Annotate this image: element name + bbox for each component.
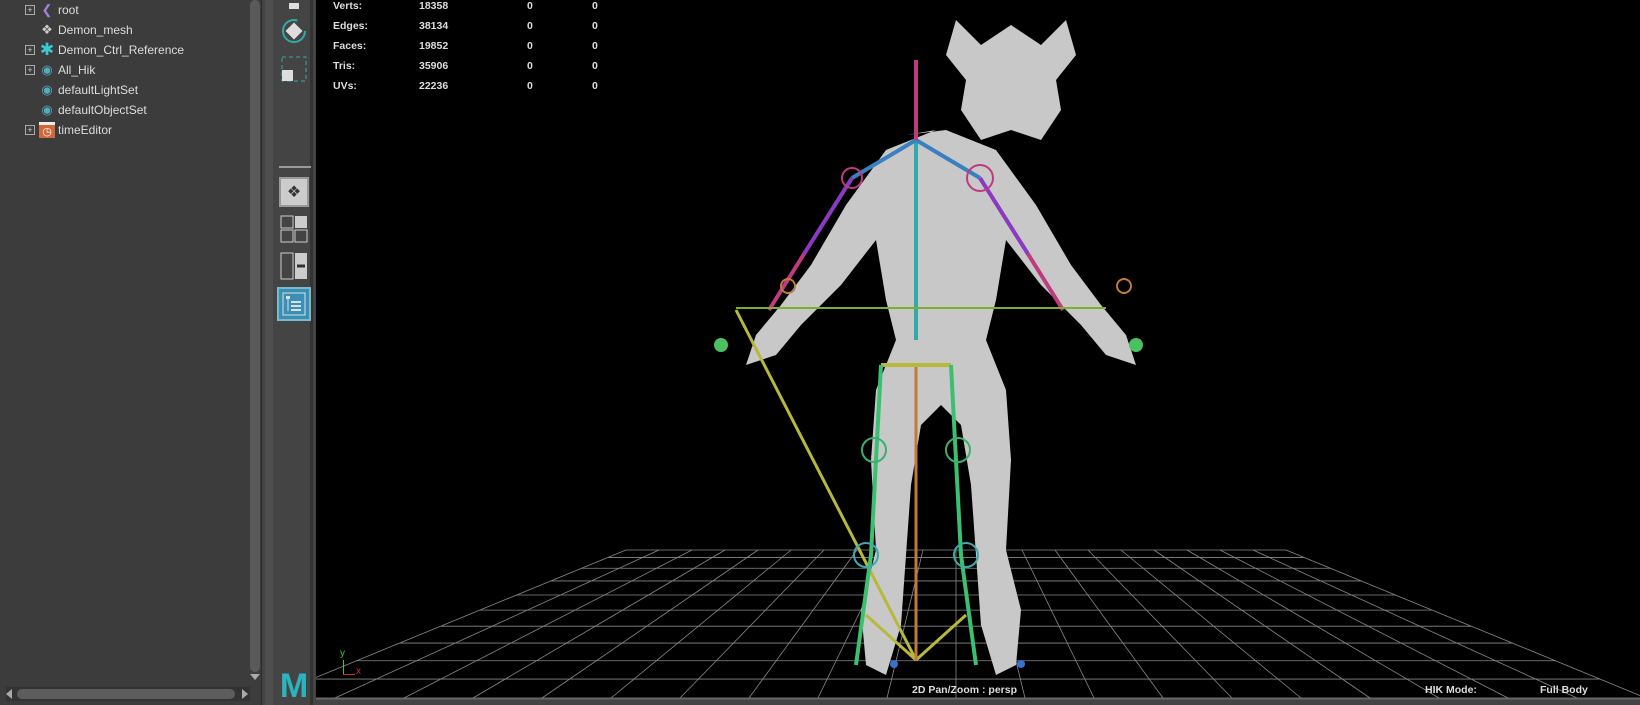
item-label: All_Hik <box>58 63 96 77</box>
mesh-icon: ❖ <box>41 22 53 37</box>
item-label: defaultLightSet <box>58 83 139 97</box>
outliner-item-ctrl-reference[interactable]: + ✱ Demon_Ctrl_Reference <box>0 40 248 60</box>
outliner-item-demon-mesh[interactable]: ❖ Demon_mesh <box>0 20 248 40</box>
viewport-persp[interactable]: Verts: 18358 0 0 Edges: 38134 0 0 Faces: 19852 0… <box>316 0 1640 700</box>
locator-icon: ✱ <box>39 40 55 59</box>
scale-icon <box>281 56 307 82</box>
expand-icon[interactable]: + <box>25 45 35 55</box>
outliner-item-default-object-set[interactable]: ◉ defaultObjectSet <box>0 100 248 120</box>
item-label: root <box>58 3 79 17</box>
axis-gizmo: y x <box>340 648 370 677</box>
maya-logo: M <box>279 667 309 705</box>
item-label: timeEditor <box>58 123 113 137</box>
set-icon: ◉ <box>41 102 53 117</box>
expand-icon[interactable]: + <box>25 125 35 135</box>
vertical-scrollbar[interactable] <box>250 0 260 672</box>
outliner-item-time-editor[interactable]: + ◷ timeEditor <box>0 120 248 140</box>
two-pane-view-button[interactable] <box>279 251 309 281</box>
set-icon: ◉ <box>41 62 53 77</box>
horizontal-scrollbar[interactable] <box>6 687 250 701</box>
layout-icon: ❖ <box>286 184 302 201</box>
outliner-item-all-hik[interactable]: + ◉ All_Hik <box>0 60 248 80</box>
scrollbar-thumb[interactable] <box>17 689 235 699</box>
rotate-tool-button[interactable] <box>279 16 309 46</box>
item-label: Demon_Ctrl_Reference <box>58 43 185 57</box>
tool-box: ❖ M <box>265 0 313 705</box>
outliner-item-default-light-set[interactable]: ◉ defaultLightSet <box>0 80 248 100</box>
rotate-icon <box>282 19 306 43</box>
single-perspective-view-button[interactable]: ❖ <box>279 177 309 207</box>
scroll-left-arrow-icon[interactable] <box>6 689 12 699</box>
demon-mesh <box>746 20 1136 675</box>
expand-icon[interactable]: + <box>25 5 35 15</box>
camera-label: 2D Pan/Zoom : persp <box>912 684 1018 696</box>
move-tool-button[interactable] <box>279 0 309 12</box>
outliner-panel: + ❮ root ❖ Demon_mesh + ✱ Demon_Ctrl_Ref… <box>0 0 262 705</box>
scale-tool-button[interactable] <box>279 54 309 84</box>
scroll-down-arrow-icon[interactable] <box>250 674 260 680</box>
time-editor-icon: ◷ <box>39 122 55 138</box>
toolbox-divider <box>279 166 311 168</box>
four-view-button[interactable] <box>279 214 309 244</box>
joint-icon: ❮ <box>41 2 53 17</box>
hik-mode-value: Full Body <box>1540 684 1588 696</box>
scroll-right-arrow-icon[interactable] <box>242 689 248 699</box>
outliner-layout-icon <box>282 292 306 316</box>
set-icon: ◉ <box>41 82 53 97</box>
item-label: Demon_mesh <box>58 23 133 37</box>
expand-icon[interactable]: + <box>25 65 35 75</box>
outliner-persp-view-button[interactable] <box>277 287 311 321</box>
item-label: defaultObjectSet <box>58 103 147 117</box>
scene <box>316 20 1640 699</box>
two-pane-icon <box>280 252 307 280</box>
axis-y-label: y <box>340 648 345 659</box>
hik-mode-label: HIK Mode: <box>1425 684 1477 696</box>
four-view-icon <box>280 215 308 243</box>
axis-x-label: x <box>356 666 361 677</box>
outliner-item-root[interactable]: + ❮ root <box>0 0 248 20</box>
